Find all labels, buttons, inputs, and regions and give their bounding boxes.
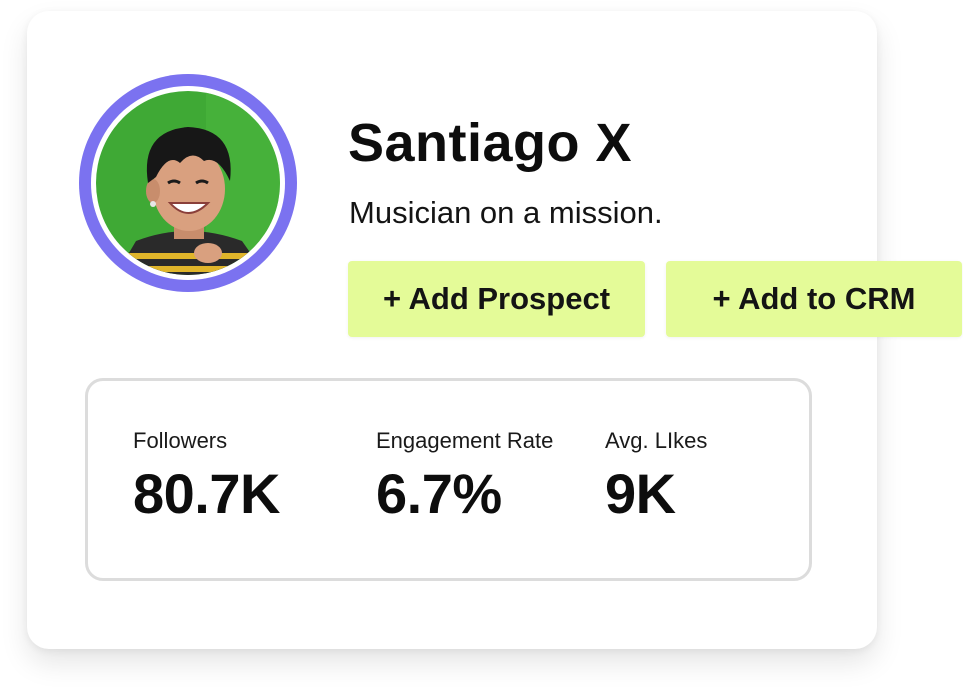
stat-avg-likes: Avg. LIkes 9K xyxy=(605,427,707,527)
add-prospect-button[interactable]: + Add Prospect xyxy=(348,261,645,337)
profile-bio: Musician on a mission. xyxy=(349,195,663,230)
stat-label: Avg. LIkes xyxy=(605,428,708,453)
stat-engagement-rate: Engagement Rate 6.7% xyxy=(376,427,553,527)
stat-value: 9K xyxy=(605,462,676,525)
stat-value: 6.7% xyxy=(376,462,502,525)
stat-value: 80.7K xyxy=(133,462,280,525)
profile-name: Santiago X xyxy=(348,113,633,173)
avatar-photo xyxy=(96,91,280,275)
avatar[interactable] xyxy=(96,91,280,275)
add-to-crm-button[interactable]: + Add to CRM xyxy=(666,261,962,337)
stats-panel: Followers 80.7K Engagement Rate 6.7% Avg… xyxy=(85,378,812,581)
stat-followers: Followers 80.7K xyxy=(133,427,280,527)
avatar-ring xyxy=(79,74,297,292)
stage: Santiago X Musician on a mission. + Add … xyxy=(0,0,963,694)
stat-label: Engagement Rate xyxy=(376,428,554,453)
stat-label: Followers xyxy=(133,428,228,453)
